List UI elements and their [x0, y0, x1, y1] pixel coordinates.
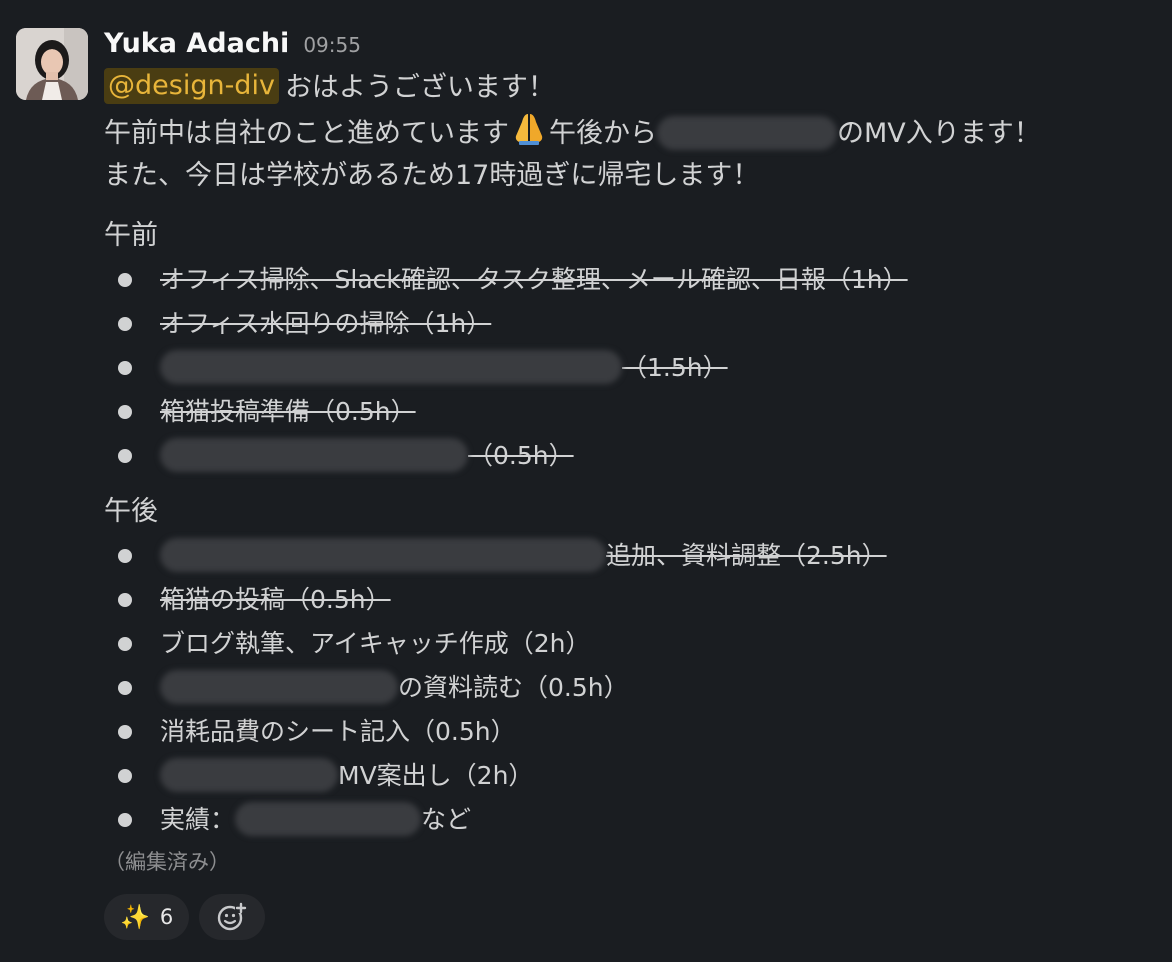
task-text: MV案出し（2h）: [338, 761, 534, 790]
bullet-icon: [118, 405, 132, 419]
reaction-count: 6: [159, 905, 174, 929]
bullet-icon: [118, 317, 132, 331]
list-item: 追加、資料調整（2.5h）: [104, 534, 1164, 578]
redacted-text: [235, 802, 422, 836]
section-title-morning: 午前: [104, 220, 158, 251]
bullet-icon: [118, 813, 132, 827]
message-line-1: @design-div おはようございます！: [104, 66, 1164, 110]
redacted-text: [657, 115, 837, 150]
task-text: の資料読む（0.5h）: [398, 673, 629, 702]
bullet-icon: [118, 725, 132, 739]
greeting-text: おはようございます！: [284, 72, 555, 103]
avatar-image: [16, 28, 88, 100]
task-text: ブログ執筆、アイキャッチ作成（2h）: [160, 629, 591, 658]
folded-hands-icon: [515, 114, 543, 145]
list-item: （0.5h）: [104, 434, 1164, 478]
redacted-text: [160, 438, 468, 472]
task-text: 箱猫投稿準備（0.5h）: [160, 397, 416, 426]
list-item: オフィス掃除、Slack確認、タスク整理、メール確認、日報（1h）: [104, 258, 1164, 302]
line2-text-1: 午前中は自社のこと進めています: [104, 118, 509, 149]
task-text: （1.5h）: [622, 353, 728, 382]
line2-text-3: のMV入ります！: [837, 118, 1041, 149]
line2-text-2: 午後から: [549, 118, 657, 149]
message-content: Yuka Adachi 09:55 @design-div おはようございます！ …: [104, 22, 1164, 940]
list-item: 箱猫投稿準備（0.5h）: [104, 390, 1164, 434]
task-text: （0.5h）: [468, 441, 574, 470]
list-item: 消耗品費のシート記入（0.5h）: [104, 710, 1164, 754]
add-reaction-icon: [218, 902, 248, 931]
message-header: Yuka Adachi 09:55: [104, 22, 1164, 66]
redacted-text: [160, 350, 622, 384]
avatar[interactable]: [16, 28, 88, 100]
list-item: （1.5h）: [104, 346, 1164, 390]
bullet-icon: [118, 361, 132, 375]
message-line-2: 午前中は自社のこと進めています 午後から のMV入ります！: [104, 110, 1164, 154]
redacted-text: [160, 538, 606, 572]
edited-label: （編集済み）: [104, 850, 230, 874]
sparkles-icon: ✨: [120, 903, 150, 931]
bullet-icon: [118, 549, 132, 563]
list-item: 箱猫の投稿（0.5h）: [104, 578, 1164, 622]
list-item: オフィス水回りの掃除（1h）: [104, 302, 1164, 346]
bullet-icon: [118, 637, 132, 651]
redacted-text: [160, 670, 398, 704]
author-name[interactable]: Yuka Adachi: [104, 22, 289, 66]
add-reaction-button[interactable]: [199, 894, 266, 940]
bullet-icon: [118, 449, 132, 463]
task-text: オフィス水回りの掃除（1h）: [160, 309, 492, 338]
task-text: 箱猫の投稿（0.5h）: [160, 585, 391, 614]
list-item: ブログ執筆、アイキャッチ作成（2h）: [104, 622, 1164, 666]
list-item: MV案出し（2h）: [104, 754, 1164, 798]
message: Yuka Adachi 09:55 @design-div おはようございます！ …: [0, 0, 1172, 962]
list-item: の資料読む（0.5h）: [104, 666, 1164, 710]
reaction-sparkles[interactable]: ✨ 6: [104, 894, 190, 940]
task-text: 追加、資料調整（2.5h）: [606, 541, 887, 570]
bullet-icon: [118, 769, 132, 783]
afternoon-task-list: 追加、資料調整（2.5h） 箱猫の投稿（0.5h） ブログ執筆、アイキャッチ作成…: [104, 534, 1164, 842]
reactions-bar: ✨ 6: [104, 894, 1164, 940]
task-text: 消耗品費のシート記入（0.5h）: [160, 717, 516, 746]
redacted-text: [160, 758, 338, 792]
morning-task-list: オフィス掃除、Slack確認、タスク整理、メール確認、日報（1h） オフィス水回…: [104, 258, 1164, 478]
task-text-prefix: 実績：: [160, 805, 236, 834]
section-title-afternoon: 午後: [104, 496, 158, 527]
task-text-suffix: など: [421, 805, 472, 834]
mention-tag[interactable]: @design-div: [104, 68, 279, 104]
bullet-icon: [118, 681, 132, 695]
list-item: 実績： など: [104, 798, 1164, 842]
message-line-3: また、今日は学校があるため17時過ぎに帰宅します！: [104, 160, 760, 191]
timestamp[interactable]: 09:55: [303, 23, 361, 67]
bullet-icon: [118, 273, 132, 287]
task-text: オフィス掃除、Slack確認、タスク整理、メール確認、日報（1h）: [160, 265, 908, 294]
bullet-icon: [118, 593, 132, 607]
